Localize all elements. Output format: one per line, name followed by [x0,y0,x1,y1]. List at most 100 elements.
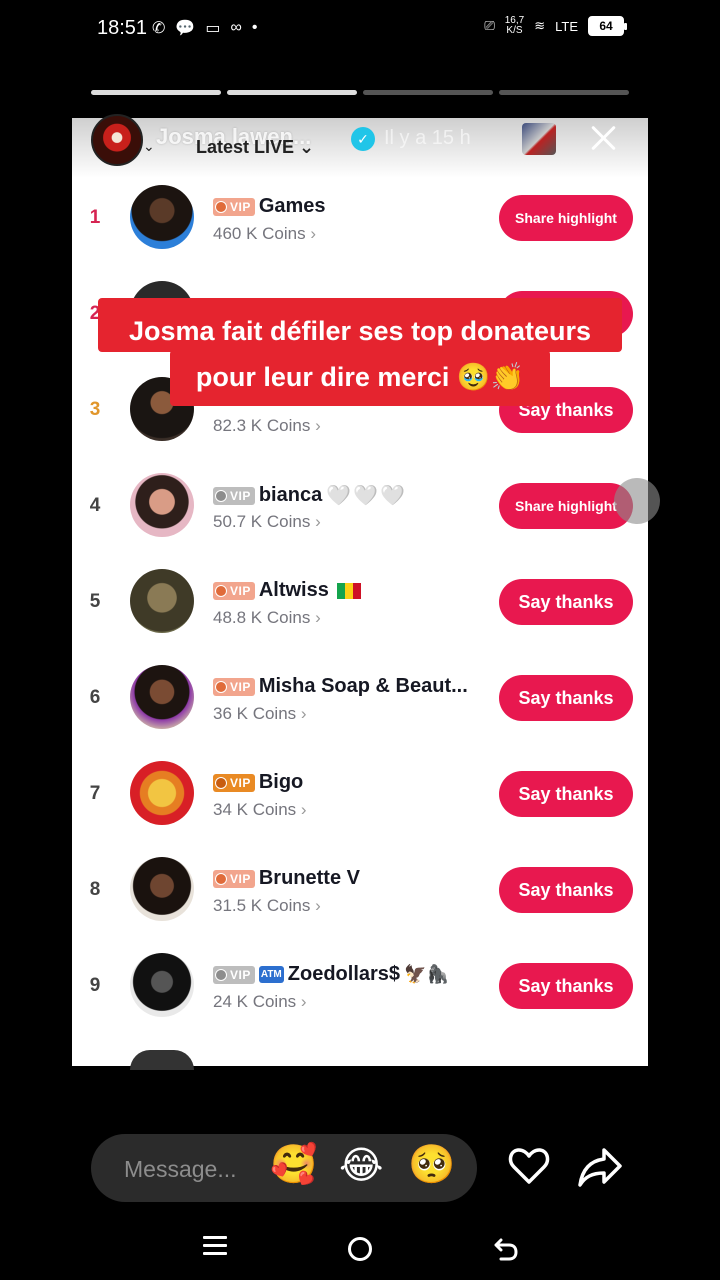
story-caption: Josma fait défiler ses top donateurs pou… [98,308,622,400]
caption-line: pour leur dire merci 🥹👏 [195,362,525,392]
atm-emoji: ATM [258,966,284,983]
name-line: VIP Misha Soap & Beaut... [213,675,468,698]
avatar[interactable] [130,953,194,1017]
name-line: VIP bianca 🤍🤍🤍 [213,483,407,508]
avatar[interactable] [130,569,194,633]
close-button[interactable] [588,122,620,154]
avatar[interactable] [130,761,194,825]
vip-label: VIP [230,775,251,790]
rank-number: 9 [89,975,101,996]
latest-live-selector[interactable]: Latest LIVE ⌄ [196,137,314,158]
cast-icon: ⎚ [484,18,495,33]
battery-level: 64 [599,19,613,33]
username[interactable]: bianca [259,484,322,507]
coins[interactable]: 48.8 K Coins [213,608,321,628]
vip-badge: VIP [213,581,255,600]
username[interactable]: Games [259,195,326,218]
coins[interactable]: 31.5 K Coins [213,896,321,916]
vip-badge: VIP [213,197,255,216]
leaderboard-row: 6 VIP Misha Soap & Beaut... 36 K Coins S… [72,650,648,746]
rank-number: 7 [89,783,101,804]
vip-label: VIP [230,199,251,214]
floating-button[interactable] [614,478,660,524]
coins[interactable]: 460 K Coins [213,224,316,244]
username[interactable]: Bigo [259,771,303,794]
share-icon[interactable] [578,1146,622,1193]
emoji-reaction-plead[interactable]: 🥺 [408,1143,455,1187]
coins[interactable]: 24 K Coins [213,992,307,1012]
leaderboard-row: 4 VIP bianca 🤍🤍🤍 50.7 K Coins Share high… [72,458,648,554]
vip-label: VIP [230,583,251,598]
name-line: VIP Altwiss [213,579,361,602]
home-icon[interactable] [348,1237,372,1261]
latest-live-label: Latest LIVE [196,137,295,157]
name-line: VIP Brunette V [213,867,360,890]
rank-number: 8 [89,879,101,900]
say-thanks-button[interactable]: Say thanks [499,963,633,1009]
leaderboard-row: 7 VIP Bigo 34 K Coins Say thanks [72,746,648,842]
vip-label: VIP [230,488,251,503]
avatar[interactable] [130,857,194,921]
coins[interactable]: 50.7 K Coins [213,512,321,532]
progress-segment [227,90,357,95]
heart-icon[interactable] [508,1146,550,1191]
rank-number: 5 [89,591,101,612]
whatsapp-icon: ✆ [152,20,166,37]
rank-number: 1 [89,207,101,228]
username[interactable]: Brunette V [259,867,360,890]
chat-icon: 💬 [175,20,196,37]
share-highlight-button[interactable]: Share highlight [499,195,633,241]
back-icon[interactable] [493,1236,519,1267]
network-label: LTE [555,18,578,34]
name-line: VIP Bigo [213,771,303,794]
story-avatar[interactable] [91,114,143,166]
username[interactable]: Misha Soap & Beaut... [259,675,468,698]
vip-badge: VIP [213,773,255,792]
verified-icon: ✓ [351,127,375,151]
vip-badge: VIP [213,965,255,984]
caption-line: Josma fait défiler ses top donateurs [128,316,592,346]
eagle-gorilla-emoji: 🦅🦍 [404,964,449,984]
story-progress [91,90,629,95]
mali-flag-icon [336,582,361,599]
emoji-reaction-love[interactable]: 🥰 [270,1143,317,1187]
coins[interactable]: 34 K Coins [213,800,307,820]
menu-icon[interactable] [203,1236,227,1260]
name-line: VIP Games [213,195,326,218]
leaderboard-row: 8 VIP Brunette V 31.5 K Coins Say thanks [72,842,648,938]
name-line: VIP ATM Zoedollars$ 🦅🦍 [213,963,449,986]
music-thumbnail[interactable] [522,123,556,155]
say-thanks-button[interactable]: Say thanks [499,579,633,625]
vip-badge: VIP [213,486,255,505]
leaderboard-row: 1 VIP Games 460 K Coins Share highlight [72,170,648,266]
net-speed-unit: K/S [506,25,523,36]
battery-icon: 64 [588,16,627,36]
hearts-emoji: 🤍🤍🤍 [326,485,407,507]
say-thanks-button[interactable]: Say thanks [499,675,633,721]
progress-segment [363,90,493,95]
rank-number: 3 [89,399,101,420]
glasses-icon: ∞ [230,19,242,36]
say-thanks-button[interactable]: Say thanks [499,867,633,913]
username[interactable]: Zoedollars$ [288,963,400,986]
say-thanks-button[interactable]: Say thanks [499,771,633,817]
leaderboard-row: 5 VIP Altwiss 48.8 K Coins Say thanks [72,554,648,650]
wifi-icon: ≋ [534,18,546,33]
emoji-reaction-laugh[interactable]: 😂 [339,1143,383,1188]
leaderboard-row: 9 VIP ATM Zoedollars$ 🦅🦍 24 K Coins Say … [72,938,648,1034]
share-highlight-button[interactable]: Share highlight [499,483,633,529]
rank-number: 6 [89,687,101,708]
chevron-down-icon: ⌄ [143,138,155,154]
username[interactable]: Altwiss [259,579,329,602]
avatar[interactable] [130,665,194,729]
avatar[interactable] [130,473,194,537]
vip-label: VIP [230,871,251,886]
vip-badge: VIP [213,677,255,696]
avatar [130,1050,194,1070]
app-icon: ▭ [205,20,221,37]
coins[interactable]: 36 K Coins [213,704,307,724]
system-icons: ⎚ 16,7 K/S ≋ LTE 64 [484,16,627,36]
coins[interactable]: 82.3 K Coins [213,416,321,436]
avatar[interactable] [130,185,194,249]
vip-badge: VIP [213,869,255,888]
